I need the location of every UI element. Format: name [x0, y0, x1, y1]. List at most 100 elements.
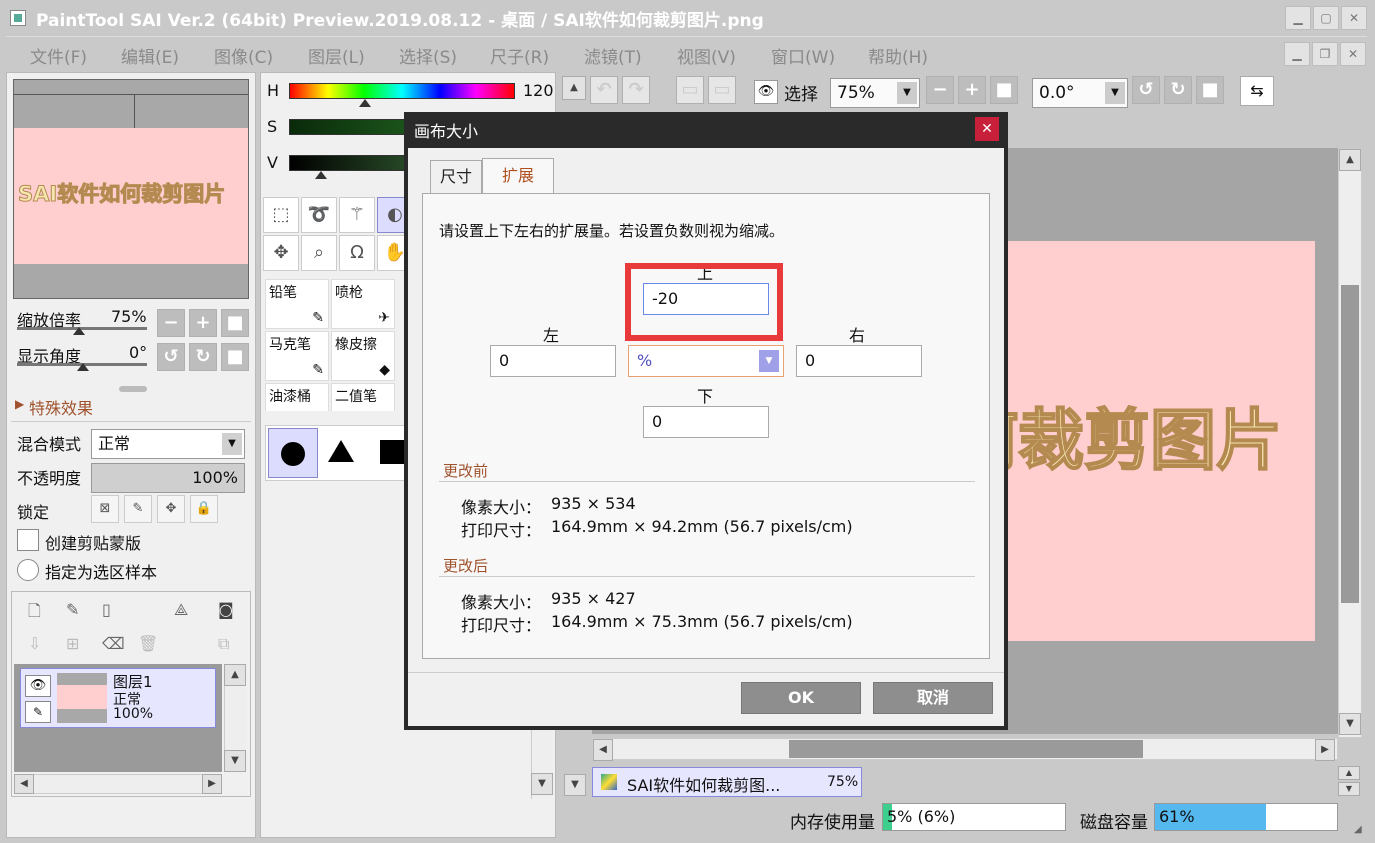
- rect-select-icon[interactable]: ⬚: [263, 197, 299, 233]
- tab-expand[interactable]: 扩展: [482, 158, 554, 196]
- apply-mask-icon[interactable]: ⟁: [174, 600, 188, 620]
- clear-layer-icon[interactable]: ⌫: [102, 634, 125, 653]
- layer-mask-icon[interactable]: ◙: [218, 600, 234, 619]
- menu-ruler[interactable]: 尺子(R): [490, 43, 549, 68]
- merge-down-icon[interactable]: ⇩: [28, 634, 41, 653]
- mdi-restore-icon[interactable]: ❐: [1312, 42, 1338, 66]
- rotate-left-button[interactable]: ↺: [157, 343, 185, 371]
- close-icon[interactable]: ✕: [1341, 6, 1367, 30]
- hue-handle-icon[interactable]: [359, 99, 371, 107]
- cancel-button[interactable]: 取消: [873, 682, 993, 714]
- effects-label[interactable]: 特殊效果: [29, 395, 93, 419]
- menu-help[interactable]: 帮助(H): [868, 43, 928, 68]
- top-input[interactable]: -20: [643, 283, 769, 315]
- deselect-button[interactable]: ▭: [676, 76, 704, 104]
- zoom-chevron-icon[interactable]: ▼: [897, 82, 917, 104]
- canvas-hscrollbar[interactable]: ◀ ▶: [592, 738, 1338, 761]
- tab-size[interactable]: 尺寸: [430, 160, 482, 194]
- unit-select[interactable]: % ▼: [628, 345, 784, 377]
- copy-layer-icon[interactable]: ⧉: [218, 634, 229, 654]
- layer-edit-pencil-icon[interactable]: ✎: [25, 701, 51, 723]
- zoom-in-button[interactable]: +: [189, 309, 217, 337]
- canvas-scroll-left-icon[interactable]: ◀: [593, 739, 613, 761]
- rotate-right-button[interactable]: ↻: [189, 343, 217, 371]
- mdi-close-icon[interactable]: ✕: [1340, 42, 1366, 66]
- zoom-reset-button[interactable]: ■: [221, 309, 249, 337]
- duplicate-icon[interactable]: ⊞: [66, 634, 79, 653]
- navigator-preview[interactable]: SAI软件如何裁剪图片: [13, 79, 249, 299]
- toolbar-zoom-reset-button[interactable]: ■: [990, 76, 1018, 104]
- new-folder-icon[interactable]: ▯: [102, 600, 111, 619]
- layer-scroll-down-icon[interactable]: ▼: [224, 750, 246, 772]
- canvas-vscroll-thumb[interactable]: [1341, 285, 1359, 603]
- toolbar-rotate-right-button[interactable]: ↻: [1164, 76, 1192, 104]
- zoom-select[interactable]: 75% ▼: [830, 78, 920, 108]
- brush-shape-circle-icon[interactable]: [268, 428, 318, 478]
- menu-window[interactable]: 窗口(W): [771, 43, 835, 68]
- blend-mode-select[interactable]: 正常 ▼: [91, 429, 245, 459]
- value-handle-icon[interactable]: [315, 171, 327, 179]
- sample-radio[interactable]: [17, 559, 39, 581]
- toolbar-zoom-in-button[interactable]: +: [958, 76, 986, 104]
- document-tab[interactable]: SAI软件如何裁剪图... 75%: [592, 767, 862, 797]
- undo-button[interactable]: ↶: [590, 76, 618, 104]
- canvas-scroll-down-icon[interactable]: ▼: [1339, 713, 1361, 735]
- brush-shape-triangle-icon[interactable]: [328, 440, 354, 462]
- panel-splitter[interactable]: [119, 386, 147, 392]
- toolbar-scroll-up-icon[interactable]: ▲: [562, 76, 586, 100]
- selection-eye-icon[interactable]: 👁: [754, 80, 778, 104]
- canvas-hscroll-thumb[interactable]: [789, 740, 1143, 758]
- menu-filter[interactable]: 滤镜(T): [584, 43, 642, 68]
- new-layer-icon[interactable]: 🗋: [28, 600, 41, 627]
- brush-eraser[interactable]: 橡皮擦 ◆: [331, 331, 395, 381]
- clipping-checkbox[interactable]: [17, 529, 39, 551]
- hue-slider[interactable]: [289, 83, 515, 99]
- move-icon[interactable]: ✥: [263, 235, 299, 271]
- menu-select[interactable]: 选择(S): [399, 43, 457, 68]
- layer-row[interactable]: 👁 ✎ 图层1 正常 100%: [20, 668, 216, 728]
- layer-scroll-up-icon[interactable]: ▲: [224, 664, 246, 686]
- angle-select[interactable]: 0.0° ▼: [1032, 78, 1128, 108]
- delete-layer-icon[interactable]: 🗑: [138, 634, 158, 653]
- mdi-minimize-icon[interactable]: ▁: [1284, 42, 1310, 66]
- menu-view[interactable]: 视图(V): [677, 43, 736, 68]
- brush-bucket[interactable]: 油漆桶: [265, 383, 329, 411]
- layer-scroll-right-icon[interactable]: ▶: [202, 774, 222, 794]
- menu-image[interactable]: 图像(C): [214, 43, 273, 68]
- zoom-tool-icon[interactable]: ⌕: [301, 235, 337, 271]
- expand-arrow-icon[interactable]: ▶: [15, 397, 24, 411]
- brush-pencil[interactable]: 铅笔 ✎: [265, 279, 329, 329]
- brush-marker[interactable]: 马克笔 ✎: [265, 331, 329, 381]
- zoom-slider-handle-icon[interactable]: [73, 327, 85, 335]
- left-input[interactable]: 0: [490, 345, 616, 377]
- zoom-out-button[interactable]: −: [157, 309, 185, 337]
- brush-shape-square-icon[interactable]: [380, 440, 404, 464]
- menu-file[interactable]: 文件(F): [30, 43, 87, 68]
- brush-airbrush[interactable]: 喷枪 ✈: [331, 279, 395, 329]
- magic-wand-icon[interactable]: ⚚: [339, 197, 375, 233]
- toolbar-rotate-reset-button[interactable]: ■: [1196, 76, 1224, 104]
- angle-slider-handle-icon[interactable]: [77, 363, 89, 371]
- bottom-input[interactable]: 0: [643, 406, 769, 438]
- layer-scroll-left-icon[interactable]: ◀: [14, 774, 34, 794]
- new-vector-layer-icon[interactable]: ✎: [66, 600, 79, 619]
- lock-transparency-icon[interactable]: ⊠: [91, 495, 119, 523]
- resize-grip-icon[interactable]: ◢: [1354, 824, 1362, 835]
- canvas-vscrollbar[interactable]: ▲ ▼: [1338, 148, 1362, 738]
- maximize-icon[interactable]: ▢: [1313, 6, 1339, 30]
- minimize-icon[interactable]: ▁: [1285, 6, 1311, 30]
- canvas-scroll-up-icon[interactable]: ▲: [1339, 149, 1361, 171]
- canvas-strip-down-icon[interactable]: ▼: [564, 774, 586, 796]
- layer-visibility-eye-icon[interactable]: 👁: [25, 675, 51, 697]
- right-input[interactable]: 0: [796, 345, 922, 377]
- opacity-slider[interactable]: 100%: [91, 463, 245, 493]
- flip-icon[interactable]: ⇆: [1240, 76, 1274, 106]
- menu-layer[interactable]: 图层(L): [308, 43, 365, 68]
- tab-scroll-up-icon[interactable]: ▲: [1338, 766, 1360, 780]
- rotate-tool-icon[interactable]: Ω: [339, 235, 375, 271]
- menu-edit[interactable]: 编辑(E): [121, 43, 179, 68]
- layer-hscrollbar[interactable]: [14, 774, 222, 794]
- chevron-down-icon[interactable]: ▼: [222, 433, 242, 455]
- lock-paint-icon[interactable]: ✎: [124, 495, 152, 523]
- brush-binary[interactable]: 二值笔: [331, 383, 395, 411]
